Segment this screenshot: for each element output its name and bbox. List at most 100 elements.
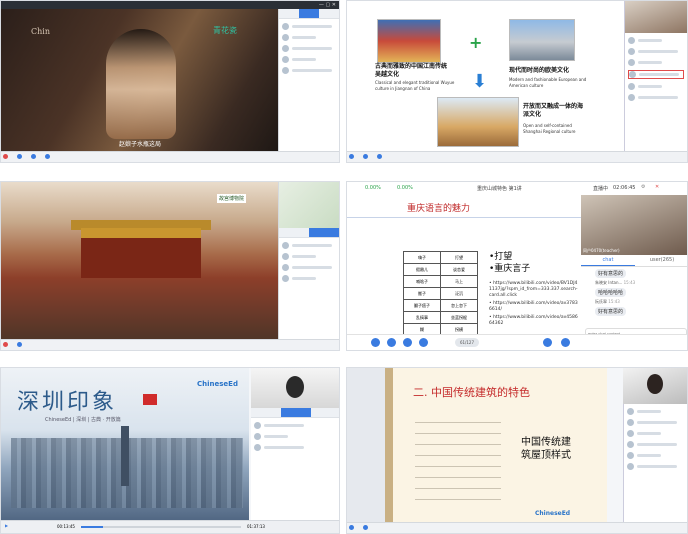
video-subtitle: 赵娘子水瓶这局 bbox=[118, 141, 161, 148]
avatar bbox=[282, 275, 289, 282]
camera-button[interactable] bbox=[403, 338, 412, 347]
table-row: 乱搞事 坐蓝拐棍 bbox=[403, 311, 478, 324]
slide-links: • https://www.bilibili.com/video/BV1DJ41… bbox=[489, 281, 579, 327]
tile-video-shenzhen: 深圳印象 ChineseEd | 深圳 | 古典 · 开放篇 ChineseEd… bbox=[0, 367, 340, 534]
list-item bbox=[627, 419, 687, 426]
mic-icon[interactable] bbox=[17, 154, 23, 159]
tile-slide-chongqing-language: 0.00% 0.00% 重庆山城特色 第1讲 直播中 02:06:45 ⚙ ✕ … bbox=[346, 181, 688, 351]
msg-line bbox=[264, 424, 304, 427]
chat-time: 15:43 bbox=[608, 299, 620, 304]
mic-button[interactable] bbox=[387, 338, 396, 347]
video-player[interactable]: 深圳印象 ChineseEd | 深圳 | 古典 · 开放篇 ChineseEd bbox=[1, 368, 249, 523]
msg-line bbox=[264, 446, 304, 449]
avatar bbox=[254, 444, 261, 451]
video-watermark-left: Chin bbox=[31, 27, 50, 36]
link-item[interactable]: • https://www.bilibili.com/video/BV1DJ41… bbox=[489, 281, 579, 299]
link-item[interactable]: • https://www.bilibili.com/video/av45866… bbox=[489, 315, 579, 327]
palace-hall bbox=[81, 228, 201, 278]
avatar bbox=[627, 430, 634, 437]
avatar bbox=[254, 433, 261, 440]
table-cell: 喊啥子 bbox=[403, 275, 441, 288]
msg-line bbox=[292, 36, 316, 39]
tab-a[interactable] bbox=[279, 9, 299, 18]
fullscreen-button[interactable] bbox=[561, 338, 570, 347]
tab-c[interactable] bbox=[311, 408, 339, 417]
presentation-slide: 二. 中国传统建筑的特色 中国传统建筑屋顶样式 ChineseEd bbox=[385, 368, 607, 523]
msg-line bbox=[292, 25, 332, 28]
chat-side-panel bbox=[623, 404, 687, 524]
mic-icon[interactable] bbox=[349, 154, 354, 159]
msg-line bbox=[638, 50, 678, 53]
taskbar bbox=[347, 151, 687, 162]
table-row: 翻子痞子 忽上忽下 bbox=[403, 299, 478, 312]
list-item bbox=[282, 23, 336, 30]
chat-bubble: 好有意思的 bbox=[595, 269, 627, 278]
chat-bubble: 好有意思的 bbox=[595, 307, 627, 316]
live-timer: 02:06:45 bbox=[613, 185, 636, 191]
chat-side-panel bbox=[278, 182, 339, 340]
chat-tabs: chat user(265) bbox=[581, 255, 687, 267]
tab-b[interactable] bbox=[309, 228, 339, 237]
avatar bbox=[282, 242, 289, 249]
plus-icon: + bbox=[469, 33, 483, 52]
msg-line bbox=[639, 73, 679, 76]
list-item bbox=[627, 452, 687, 459]
avatar bbox=[282, 56, 289, 63]
tab-chat[interactable]: chat bbox=[581, 255, 635, 266]
msg-line bbox=[292, 255, 316, 258]
msg-line bbox=[638, 96, 678, 99]
video-player[interactable]: 故宫博物院 bbox=[1, 182, 279, 342]
list-item bbox=[628, 59, 684, 66]
close-class-button[interactable] bbox=[371, 338, 380, 347]
share-icon[interactable] bbox=[377, 154, 383, 159]
left-gutter bbox=[347, 368, 385, 523]
share-icon[interactable] bbox=[45, 154, 51, 159]
camera-icon[interactable] bbox=[31, 154, 37, 159]
share-button[interactable] bbox=[419, 338, 428, 347]
video-player[interactable]: Chin 青花瓷 赵娘子水瓶这局 bbox=[1, 9, 279, 154]
camera-icon[interactable] bbox=[363, 525, 369, 530]
avatar bbox=[628, 37, 635, 44]
next-button[interactable] bbox=[543, 338, 552, 347]
teacher-webcam: 同户0470(teacher) bbox=[581, 195, 687, 255]
teacher-label: 同户0470(teacher) bbox=[583, 248, 620, 253]
map-thumbnail[interactable] bbox=[279, 182, 339, 228]
window-controls[interactable]: — ▢ ✕ bbox=[319, 2, 336, 8]
mic-icon[interactable] bbox=[349, 525, 354, 530]
tab-b[interactable] bbox=[281, 408, 311, 417]
avatar bbox=[629, 71, 636, 78]
list-item bbox=[282, 264, 336, 271]
settings-icon[interactable]: ⚙ bbox=[641, 184, 645, 190]
close-icon[interactable]: ✕ bbox=[655, 184, 659, 190]
chat-bubble: 哈哈哈哈哈 bbox=[595, 288, 627, 297]
museum-logo: 故宫博物院 bbox=[217, 194, 247, 203]
tab-a[interactable] bbox=[251, 408, 281, 417]
play-icon[interactable]: ▶ bbox=[5, 523, 8, 528]
chat-side-panel bbox=[278, 9, 339, 152]
live-label: 直播中 bbox=[593, 186, 609, 192]
slide-body: 中国传统建筑屋顶样式 bbox=[521, 437, 571, 461]
tab-c[interactable] bbox=[319, 9, 339, 18]
table-row: 嗨子 打望 bbox=[403, 251, 478, 264]
list-item bbox=[254, 422, 338, 429]
caption-c-cn: 开放而又融成一体的海派文化 bbox=[523, 103, 584, 118]
caption-b-cn: 现代而时尚的欧美文化 bbox=[509, 67, 570, 74]
table-row: 喊啥子 马上 bbox=[403, 275, 478, 288]
list-item bbox=[628, 37, 684, 44]
seek-bar[interactable] bbox=[81, 526, 241, 528]
record-icon[interactable] bbox=[3, 154, 8, 159]
taskbar bbox=[1, 339, 339, 350]
list-item bbox=[282, 275, 336, 282]
tab-a[interactable] bbox=[279, 228, 309, 237]
tile-slide-shanghai-culture: + ⬇ 古典而雅致的中国江南传统吴越文化 Classical and elega… bbox=[346, 0, 688, 163]
msg-line bbox=[637, 432, 661, 435]
session-header: 0.00% 0.00% 重庆山城特色 第1讲 直播中 02:06:45 ⚙ ✕ bbox=[347, 182, 687, 196]
mic-icon[interactable] bbox=[17, 342, 23, 347]
link-item[interactable]: • https://www.bilibili.com/video/av37836… bbox=[489, 301, 579, 313]
tab-b[interactable] bbox=[299, 9, 319, 18]
taskbar bbox=[1, 151, 339, 162]
taskbar bbox=[347, 522, 687, 533]
tab-user[interactable]: user(265) bbox=[635, 255, 687, 266]
record-icon[interactable] bbox=[3, 342, 8, 347]
camera-icon[interactable] bbox=[363, 154, 369, 159]
